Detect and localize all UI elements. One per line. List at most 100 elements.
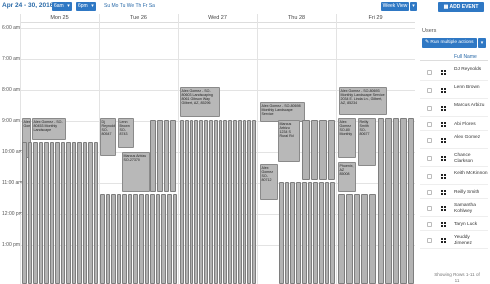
event-stripe[interactable] <box>88 142 93 284</box>
event-stripe[interactable] <box>156 120 163 192</box>
event-stripe[interactable] <box>105 194 111 284</box>
event-stripe[interactable] <box>22 142 27 284</box>
user-row[interactable]: Alex Gomez <box>420 132 488 149</box>
event-stripe[interactable] <box>400 118 407 284</box>
event-stripe[interactable] <box>242 120 247 284</box>
event-stripe[interactable] <box>279 182 284 284</box>
event-block[interactable]: Marcus Arbizu SO-27370 <box>122 152 150 192</box>
event-stripe[interactable] <box>307 182 313 284</box>
user-name[interactable]: Keith McKinnon <box>454 171 488 177</box>
event-stripe[interactable] <box>170 120 176 192</box>
event-stripe[interactable] <box>318 182 324 284</box>
event-stripe[interactable] <box>150 120 156 192</box>
event-stripe[interactable] <box>133 194 139 284</box>
event-block[interactable]: Reilly Smith SO-80677 <box>358 118 376 166</box>
event-block[interactable]: Alex Gomez - SO-80603 Landscaping 8061 G… <box>180 87 220 117</box>
event-stripe[interactable] <box>223 120 228 284</box>
event-stripe[interactable] <box>208 120 213 284</box>
user-checkbox[interactable] <box>427 174 432 179</box>
user-checkbox[interactable] <box>427 70 432 75</box>
event-stack-tue-upper[interactable] <box>150 120 176 192</box>
day-header-tue[interactable]: Tue 26 <box>99 14 178 23</box>
day-header-thu[interactable]: Thu 28 <box>257 14 336 23</box>
user-name[interactable]: Alex Gomez <box>454 135 488 141</box>
event-block[interactable]: Marcus Arbizu 1234 S Rural Rd <box>278 120 300 162</box>
event-stripe[interactable] <box>353 194 361 284</box>
run-multiple-actions-button[interactable]: ✎ Run multiple actions <box>422 38 477 48</box>
event-block[interactable]: Lenn Brown SO-8743 <box>118 118 134 148</box>
event-stripe[interactable] <box>310 120 318 180</box>
day-header-mon[interactable]: Mon 25 <box>20 14 99 23</box>
event-stripe[interactable] <box>71 142 76 284</box>
event-stripe[interactable] <box>139 194 144 284</box>
day-header-wed[interactable]: Wed 27 <box>178 14 257 23</box>
event-stripe[interactable] <box>232 120 237 284</box>
event-stripe[interactable] <box>184 120 189 284</box>
user-row[interactable]: Marcus Arbizu <box>420 100 488 117</box>
event-stripe[interactable] <box>111 194 116 284</box>
event-stripe[interactable] <box>247 120 252 284</box>
add-event-button[interactable]: ▦ ADD EVENT <box>438 2 484 12</box>
user-row[interactable]: Keith McKinnon <box>420 168 488 185</box>
user-checkbox[interactable] <box>427 222 432 227</box>
event-stripe[interactable] <box>385 118 392 284</box>
event-block[interactable]: Alex Gomez - SO-80693 Monthly Landscape … <box>339 87 387 115</box>
event-stack-fri-lower[interactable] <box>338 194 376 284</box>
view-select[interactable]: Week View <box>381 2 409 11</box>
event-stripe[interactable] <box>237 120 242 284</box>
event-stack-wed[interactable] <box>180 120 256 284</box>
event-stripe[interactable] <box>213 120 218 284</box>
user-checkbox[interactable] <box>427 106 432 111</box>
start-time-select[interactable]: 6am <box>52 2 66 11</box>
user-checkbox[interactable] <box>427 238 432 243</box>
event-stripe[interactable] <box>324 182 330 284</box>
event-stripe[interactable] <box>284 182 290 284</box>
event-stripe[interactable] <box>204 120 208 284</box>
end-time-caret-icon[interactable]: ▾ <box>89 2 96 11</box>
user-name[interactable]: Yeuddy Jimenez <box>454 235 488 246</box>
user-name[interactable]: Samantha Kohlwey <box>454 203 488 214</box>
event-stack-tue[interactable] <box>100 194 177 284</box>
event-stripe[interactable] <box>44 142 49 284</box>
event-stripe[interactable] <box>161 194 166 284</box>
event-stripe[interactable] <box>116 194 122 284</box>
event-block[interactable]: Phoenix, AZ 85008 <box>338 162 356 192</box>
user-name[interactable]: Reilly Smith <box>454 190 488 196</box>
user-row[interactable]: Yeuddy Jimenez <box>420 232 488 249</box>
event-stripe[interactable] <box>38 142 43 284</box>
user-row[interactable]: DJ Reynolds <box>420 64 488 81</box>
event-stripe[interactable] <box>127 194 133 284</box>
user-checkbox[interactable] <box>427 206 432 211</box>
event-stripe[interactable] <box>228 120 232 284</box>
user-name[interactable]: Chance Clarkson <box>454 153 488 164</box>
user-row[interactable]: Samantha Kohlwey <box>420 200 488 217</box>
run-actions-caret-icon[interactable]: ▾ <box>478 38 486 48</box>
event-stack-thu[interactable] <box>279 182 335 284</box>
user-name[interactable]: Taryn Luck <box>454 222 488 228</box>
event-stripe[interactable] <box>189 120 194 284</box>
event-stripe[interactable] <box>290 182 296 284</box>
event-stripe[interactable] <box>100 194 105 284</box>
date-range-title[interactable]: Apr 24 - 30, 2016 <box>2 2 53 9</box>
event-stripe[interactable] <box>27 142 32 284</box>
event-stripe[interactable] <box>392 118 400 284</box>
user-checkbox[interactable] <box>427 156 432 161</box>
event-stripe[interactable] <box>55 142 60 284</box>
user-checkbox[interactable] <box>427 190 432 195</box>
event-block[interactable]: Alex Gomez SO-80712 <box>260 164 278 200</box>
user-name[interactable]: Marcus Arbizu <box>454 103 488 109</box>
user-row[interactable]: Lenn Brown <box>420 82 488 99</box>
event-block[interactable]: Alex Gomez SO-80 Monthly <box>338 118 356 158</box>
days-filter[interactable]: Su Mo Tu We Th Fr Sa <box>104 3 155 9</box>
event-stripe[interactable] <box>66 142 71 284</box>
event-stripe[interactable] <box>194 120 199 284</box>
event-stripe[interactable] <box>369 194 376 284</box>
user-row[interactable]: Abi Flores <box>420 118 488 131</box>
event-stripe[interactable] <box>330 182 335 284</box>
event-stripe[interactable] <box>150 194 155 284</box>
event-stripe[interactable] <box>313 182 318 284</box>
event-stripe[interactable] <box>345 194 353 284</box>
event-block[interactable]: Dj Reynolds SO-80547 <box>100 118 116 156</box>
user-row[interactable]: Taryn Luck <box>420 218 488 231</box>
user-name[interactable]: Lenn Brown <box>454 85 488 91</box>
